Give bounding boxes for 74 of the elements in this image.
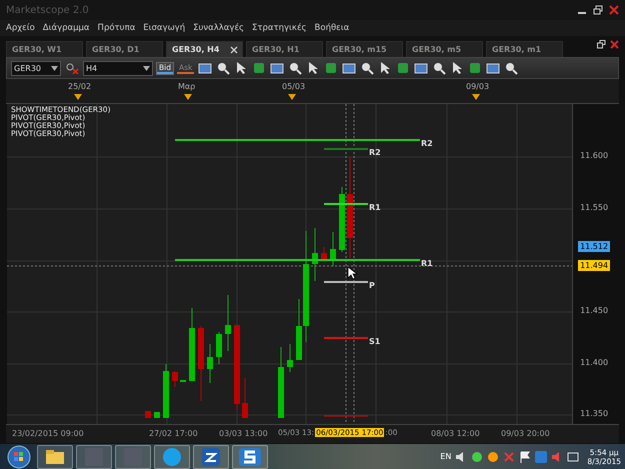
menu-item[interactable]: Πρότυπα xyxy=(98,23,136,33)
date-label: 09/03 xyxy=(466,82,490,91)
menu-item[interactable]: Συναλλαγές xyxy=(193,23,244,33)
chart-tab[interactable]: GER30, W1 xyxy=(6,41,83,57)
price-label: 11.450 xyxy=(580,306,608,315)
photo-placeholder xyxy=(85,448,103,466)
candlestick xyxy=(216,332,222,364)
time-label: 23/02/2015 09:00 xyxy=(12,429,84,438)
price-label: 11.350 xyxy=(580,409,608,418)
app-icon xyxy=(238,446,262,466)
time-label: 08/03 12:00 xyxy=(431,429,480,438)
candlestick xyxy=(242,378,248,418)
unlink-icon[interactable] xyxy=(65,62,79,74)
marker-icon xyxy=(288,94,296,100)
folder-icon xyxy=(45,448,65,464)
restore-icon[interactable] xyxy=(597,40,606,49)
tray-app-icon[interactable] xyxy=(471,450,484,462)
chart-type-icon[interactable] xyxy=(198,61,212,75)
price-tag: 11.494 xyxy=(578,260,610,271)
chart-tab[interactable]: GER30, m5 xyxy=(406,41,483,57)
tray-app-icon[interactable] xyxy=(567,450,580,462)
menu-item[interactable]: Βοήθεια xyxy=(314,23,350,33)
pivot-label: R1 xyxy=(421,259,433,268)
tray-app-icon[interactable] xyxy=(487,450,500,462)
time-label: 09/03 20:00 xyxy=(501,429,550,438)
timeframe-dropdown[interactable]: H4 xyxy=(83,60,153,76)
caret-icon xyxy=(143,66,150,70)
date-label: 25/02 xyxy=(68,82,92,91)
pivot-label: R1 xyxy=(369,203,381,212)
price-label: 11.400 xyxy=(580,358,608,367)
mouse-cursor-icon xyxy=(348,266,358,280)
time-label: 03/03 13:00 xyxy=(219,429,268,438)
language-indicator[interactable]: EN xyxy=(440,452,452,461)
restore-icon[interactable] xyxy=(593,5,603,15)
chart-tab[interactable]: GER30, m15 xyxy=(326,41,403,57)
pivot-label: P xyxy=(369,281,375,290)
candlestick xyxy=(163,364,169,418)
menu-item[interactable]: Εισαγωγή xyxy=(143,23,186,33)
price-label: 11.550 xyxy=(580,203,608,212)
menu-item[interactable]: Διάγραμμα xyxy=(42,23,90,33)
taskbar-button[interactable] xyxy=(232,444,268,468)
taskbar-button[interactable] xyxy=(193,444,229,468)
window-title: Marketscope 2.0 xyxy=(6,4,89,16)
candlestick xyxy=(180,380,186,382)
candlestick xyxy=(207,344,213,384)
taskbar-button[interactable] xyxy=(37,444,73,468)
marker-icon xyxy=(472,94,480,100)
chart-tab[interactable]: GER30, m1 xyxy=(486,41,563,57)
price-label: 11.600 xyxy=(580,151,608,160)
candlestick xyxy=(339,186,345,252)
photo-placeholder xyxy=(124,448,142,466)
marker-icon xyxy=(184,94,192,100)
candlestick xyxy=(225,294,231,352)
pivot-label: R2 xyxy=(421,139,433,148)
candlestick xyxy=(278,346,284,418)
candlestick xyxy=(287,344,293,372)
caret-icon xyxy=(51,66,58,70)
pivot-label: S1 xyxy=(369,337,380,346)
price-tag: 11.512 xyxy=(578,241,610,252)
candlestick xyxy=(330,232,336,266)
marker-icon xyxy=(74,94,82,100)
close-icon[interactable] xyxy=(609,5,619,15)
chart-tab[interactable]: GER30, D1 xyxy=(86,41,163,57)
symbol-dropdown[interactable]: GER30 xyxy=(11,60,61,76)
date-label: 05/03 xyxy=(282,82,306,91)
candlestick xyxy=(172,370,178,388)
chart-tab[interactable]: GER30, H1 xyxy=(246,41,323,57)
pivot-label: R2 xyxy=(369,148,381,157)
close-icon[interactable] xyxy=(610,40,619,49)
menu-item[interactable]: Στρατηγικές xyxy=(252,23,307,33)
date-label: Μαρ xyxy=(178,82,196,91)
chart-tab[interactable]: GER30, H4 xyxy=(166,41,243,57)
menu-item[interactable]: Αρχείο xyxy=(6,23,35,33)
time-label: 27/02 17:00 xyxy=(149,429,198,438)
